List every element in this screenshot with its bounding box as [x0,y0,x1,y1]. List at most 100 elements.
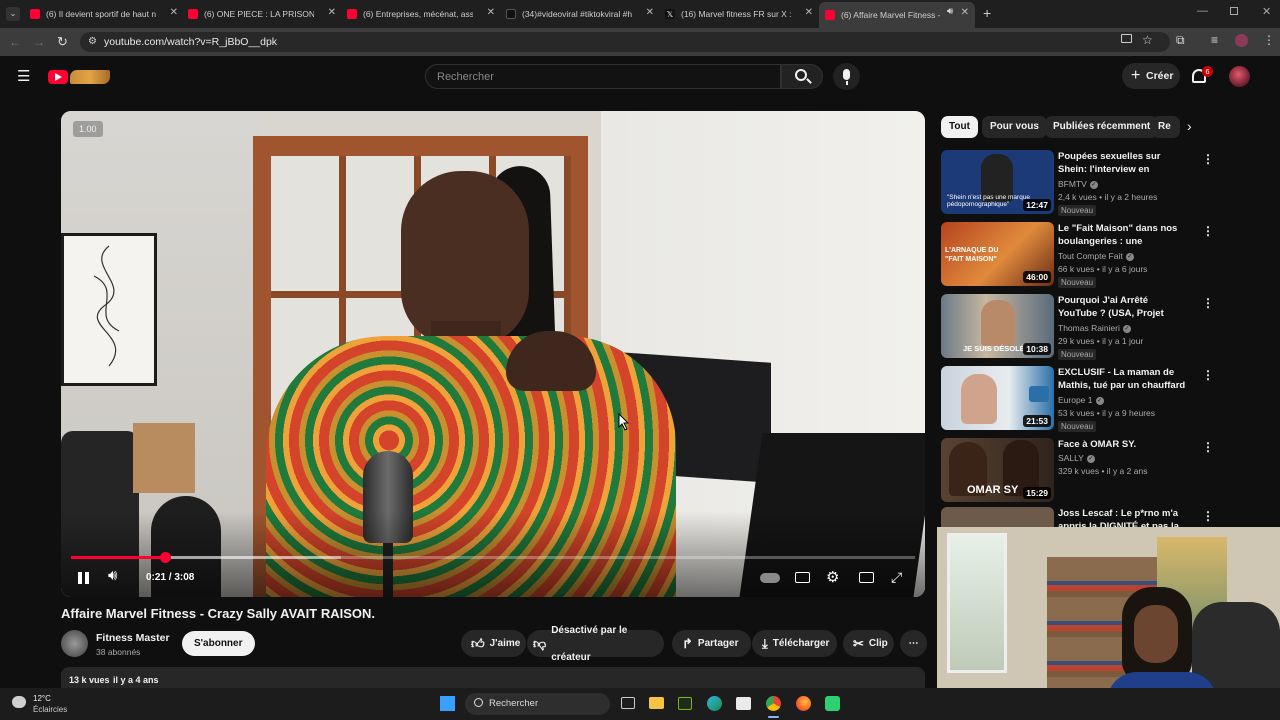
progress-bar[interactable] [71,552,915,563]
like-button[interactable]: 👍︎ J'aime [461,630,526,657]
youtube-logo[interactable] [48,69,110,85]
file-explorer-icon[interactable] [649,697,664,709]
dislike-button[interactable]: 👎︎ Désactivé par le créateur [527,625,664,663]
weather-icon[interactable] [12,696,26,708]
subtitles-icon[interactable] [795,572,810,583]
recommendation-item[interactable]: JE SUIS DÉSOLÉ 10:38 Pourquoi J'ai Arrêt… [941,294,1214,360]
chips-next-chevron-icon[interactable]: › [1187,118,1192,134]
video-thumbnail[interactable] [941,507,1054,527]
more-options-icon[interactable]: ⋮ [1202,152,1214,166]
download-button[interactable]: ⤓ Télécharger [752,630,837,657]
extensions-icon[interactable]: ⧉ [1176,33,1185,48]
browser-tab[interactable]: (34)#videoviral #tiktokviral #ha ✕ [506,4,654,24]
account-avatar[interactable] [1229,66,1250,87]
browser-tab[interactable]: 𝕏 (16) Marvel fitness FR sur X : "Al ✕ [665,4,813,24]
search-input[interactable]: Rechercher [425,64,781,89]
clip-button[interactable]: ✂ Clip [843,630,894,657]
video-title[interactable]: Pourquoi J'ai Arrêté YouTube ? (USA, Pro… [1058,294,1188,321]
video-thumbnail[interactable]: L'ARNAQUE DU "FAIT MAISON" 46:00 [941,222,1054,286]
cast-icon[interactable] [1121,34,1132,43]
video-title[interactable]: Joss Lescaf : Le p*rno m'a appris la DIG… [1058,507,1188,527]
chip-tout[interactable]: Tout [941,116,978,138]
pause-button[interactable] [77,571,91,585]
bookmark-star-icon[interactable]: ☆ [1142,33,1153,47]
video-thumbnail[interactable]: JE SUIS DÉSOLÉ 10:38 [941,294,1054,358]
video-title[interactable]: Face à OMAR SY. [1058,438,1188,451]
forward-icon[interactable]: → [33,35,45,49]
recommendation-item[interactable]: 21:53 EXCLUSIF - La maman de Mathis, tué… [941,366,1214,432]
video-title[interactable]: Poupées sexuelles sur Shein: l'interview… [1058,150,1188,177]
close-tab-icon[interactable]: ✕ [805,7,813,18]
video-title[interactable]: EXCLUSIF - La maman de Mathis, tué par u… [1058,366,1188,393]
theater-mode-icon[interactable] [859,572,874,583]
browser-menu-icon[interactable]: ⋮ [1263,33,1275,47]
channel-name[interactable]: SALLY ✓ [1058,453,1095,463]
chip-publiees-recemment[interactable]: Publiées récemment [1045,116,1159,138]
video-thumbnail[interactable]: 21:53 [941,366,1054,430]
channel-name[interactable]: Europe 1 ✓ [1058,395,1104,405]
more-options-icon[interactable]: ⋮ [1202,440,1214,454]
recommendation-item[interactable]: Joss Lescaf : Le p*rno m'a appris la DIG… [941,507,1211,527]
more-options-icon[interactable]: ⋮ [1202,509,1211,523]
tab-list-chevron-icon[interactable]: ⌄ [6,7,20,21]
chip-pour-vous[interactable]: Pour vous [982,116,1047,138]
channel-name[interactable]: Fitness Master [96,632,170,644]
channel-name[interactable]: Tout Compte Fait ✓ [1058,251,1134,261]
autoplay-toggle[interactable] [760,573,780,583]
fullscreen-icon[interactable]: ⤢ [891,569,902,586]
video-player[interactable]: 1.00 🔊︎ 0:21 / 3:08 ⚙ ⤢ [61,111,925,597]
video-thumbnail[interactable]: "Shein n'est pas une marque pédopornogra… [941,150,1054,214]
close-window-icon[interactable]: ✕ [1262,5,1271,18]
new-tab-icon[interactable]: + [983,5,991,21]
progress-scrubber[interactable] [160,552,172,563]
video-thumbnail[interactable]: OMAR SY 15:29 [941,438,1054,502]
profile-avatar[interactable] [1235,34,1248,47]
more-actions-button[interactable]: ⋯ [900,630,927,657]
video-title[interactable]: Le "Fait Maison" dans nos boulangeries :… [1058,222,1188,249]
channel-name[interactable]: BFMTV ✓ [1058,179,1098,189]
audio-icon[interactable]: 🔊︎ [947,6,953,17]
start-windows-icon[interactable] [440,696,455,711]
taskbar-search[interactable]: Rechercher [465,693,610,715]
more-options-icon[interactable]: ⋮ [1202,224,1214,238]
volume-icon[interactable]: 🔊︎ [108,567,117,584]
browser-tab[interactable]: (6) Il devient sportif de haut niv ✕ [30,4,178,24]
edge-icon[interactable] [707,696,722,711]
media-controls-icon[interactable]: ≡ [1211,33,1218,47]
close-tab-icon[interactable]: ✕ [961,7,969,18]
site-info-icon[interactable]: ⚙ [88,32,97,52]
store-icon[interactable] [736,697,751,710]
hamburger-menu-icon[interactable]: ☰ [17,69,30,84]
maximize-icon[interactable] [1230,7,1238,15]
settings-gear-icon[interactable]: ⚙ [826,568,839,586]
voice-search-button[interactable] [833,63,860,90]
reload-icon[interactable]: ↻ [57,34,68,50]
share-button[interactable]: ↱ Partager [672,630,751,657]
firefox-icon[interactable] [796,696,811,711]
browser-tab-active[interactable]: (6) Affaire Marvel Fitness - C 🔊︎ ✕ [819,2,975,28]
channel-avatar[interactable] [61,630,88,657]
more-options-icon[interactable]: ⋮ [1202,296,1214,310]
close-tab-icon[interactable]: ✕ [328,7,336,18]
address-bar[interactable]: ⚙ youtube.com/watch?v=R_jBbO__dpk [80,32,1170,52]
subscribe-button[interactable]: S'abonner [182,631,255,656]
chrome-icon[interactable] [766,696,781,711]
nvidia-icon[interactable] [678,697,692,710]
minimize-icon[interactable]: — [1197,5,1208,17]
recommendation-item[interactable]: "Shein n'est pas une marque pédopornogra… [941,150,1214,216]
recommendation-item[interactable]: L'ARNAQUE DU "FAIT MAISON" 46:00 Le "Fai… [941,222,1214,288]
app-green-icon[interactable] [825,696,840,711]
browser-tab[interactable]: (6) ONE PIECE : LA PRISON D'EN ✕ [188,4,336,24]
back-icon[interactable]: ← [9,35,21,49]
task-view-icon[interactable] [621,697,635,709]
close-tab-icon[interactable]: ✕ [170,7,178,18]
close-tab-icon[interactable]: ✕ [646,7,654,18]
recommendation-item[interactable]: OMAR SY 15:29 Face à OMAR SY. SALLY ✓ 329… [941,438,1214,504]
weather-temp[interactable]: 12°C [33,694,51,703]
channel-name[interactable]: Thomas Rainieri ✓ [1058,323,1131,333]
browser-tab[interactable]: (6) Entreprises, mécénat, associ ✕ [347,4,495,24]
search-button[interactable] [781,64,823,89]
more-options-icon[interactable]: ⋮ [1202,368,1214,382]
chip-re[interactable]: Re [1152,116,1180,138]
close-tab-icon[interactable]: ✕ [487,7,495,18]
